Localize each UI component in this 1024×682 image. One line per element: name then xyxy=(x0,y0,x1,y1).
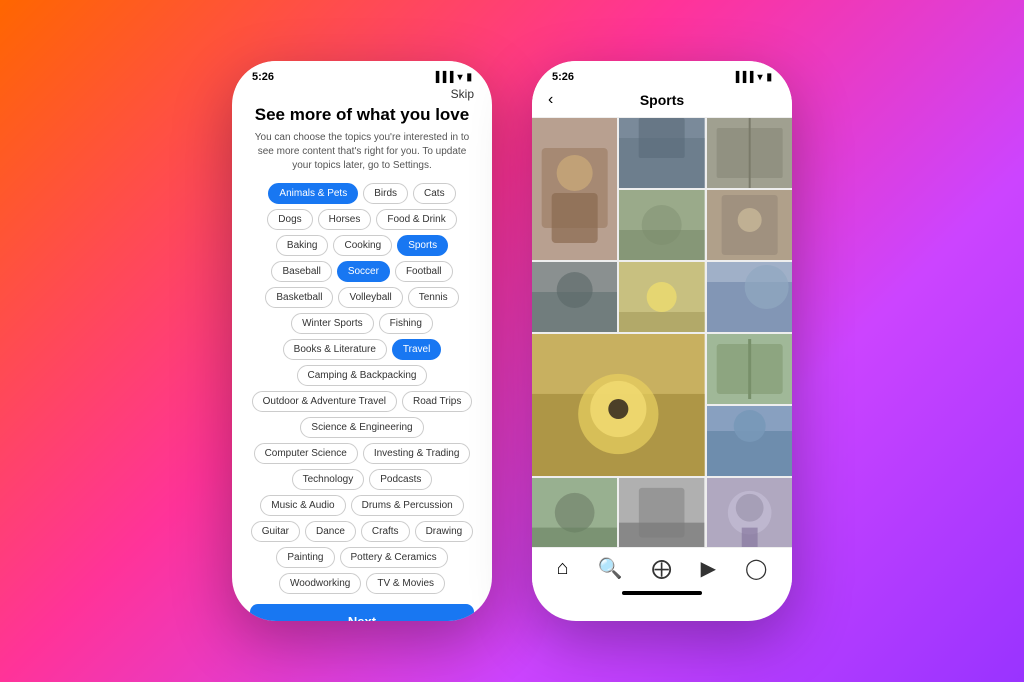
sports-image-1 xyxy=(532,118,617,260)
sports-image-2 xyxy=(619,118,704,188)
grid-item-3[interactable] xyxy=(707,118,792,188)
time-left: 5:26 xyxy=(252,71,274,83)
status-bar-right: 5:26 ▐▐▐ ▾ ▮ xyxy=(532,61,792,87)
grid-item-2[interactable] xyxy=(619,118,704,188)
sports-image-7 xyxy=(619,262,704,332)
page-subtitle: You can choose the topics you're interes… xyxy=(250,131,474,173)
grid-item-4[interactable] xyxy=(619,190,704,260)
time-right: 5:26 xyxy=(552,71,574,83)
signal-icon: ▐▐▐ xyxy=(432,72,453,83)
wifi-icon: ▾ xyxy=(457,72,462,83)
sports-image-5 xyxy=(707,190,792,260)
sports-grid xyxy=(532,118,792,547)
sports-title: Sports xyxy=(568,92,756,108)
search-nav-icon[interactable]: 🔍 xyxy=(598,556,623,581)
grid-item-13[interactable] xyxy=(619,478,704,547)
topic-tag[interactable]: Crafts xyxy=(361,521,410,542)
home-indicator-right xyxy=(622,591,702,595)
topic-tag[interactable]: Drawing xyxy=(415,521,474,542)
sports-header: ‹ Sports xyxy=(532,87,792,118)
grid-item-12[interactable] xyxy=(532,478,617,547)
topic-tag[interactable]: Basketball xyxy=(265,287,333,308)
topic-tag[interactable]: Drums & Percussion xyxy=(351,495,464,516)
topic-tag[interactable]: Music & Audio xyxy=(260,495,345,516)
wifi-icon-right: ▾ xyxy=(757,72,762,83)
status-icons-left: ▐▐▐ ▾ ▮ xyxy=(432,72,472,83)
topic-tag[interactable]: Food & Drink xyxy=(376,209,456,230)
topic-tag[interactable]: Birds xyxy=(363,183,408,204)
topic-tag[interactable]: Painting xyxy=(276,547,334,568)
grid-item-5[interactable] xyxy=(707,190,792,260)
topic-tag[interactable]: Technology xyxy=(292,469,365,490)
left-phone: 5:26 ▐▐▐ ▾ ▮ Skip See more of what you l… xyxy=(232,61,492,621)
sports-image-10 xyxy=(707,334,792,404)
topic-tag[interactable]: Dance xyxy=(305,521,356,542)
topic-tag[interactable]: Baseball xyxy=(271,261,331,282)
topic-tag[interactable]: Outdoor & Adventure Travel xyxy=(252,391,397,412)
sports-image-8 xyxy=(707,262,792,332)
reels-nav-icon[interactable]: ▶ xyxy=(701,556,716,581)
topic-tag[interactable]: Sports xyxy=(397,235,448,256)
grid-item-9[interactable] xyxy=(532,334,705,476)
topic-tag[interactable]: Computer Science xyxy=(254,443,358,464)
sports-image-9 xyxy=(532,334,705,476)
topics-tags: Animals & PetsBirdsCats Dogs HorsesFood & … xyxy=(250,183,474,594)
profile-nav-icon[interactable]: ◯ xyxy=(745,556,767,581)
right-phone: 5:26 ▐▐▐ ▾ ▮ ‹ Sports xyxy=(532,61,792,621)
back-button[interactable]: ‹ xyxy=(548,91,568,109)
topic-tag[interactable]: Tennis xyxy=(408,287,459,308)
left-content: Skip See more of what you love You can c… xyxy=(232,87,492,594)
sports-image-13 xyxy=(619,478,704,547)
next-button[interactable]: Next xyxy=(250,604,474,621)
topic-tag[interactable]: Road Trips xyxy=(402,391,472,412)
sports-image-11 xyxy=(707,406,792,476)
topic-tag[interactable]: Soccer xyxy=(337,261,390,282)
topic-tag[interactable]: Woodworking xyxy=(279,573,361,594)
topic-tag[interactable]: Podcasts xyxy=(369,469,432,490)
bottom-navigation: ⌂ 🔍 ⨁ ▶ ◯ xyxy=(532,547,792,585)
grid-item-10[interactable] xyxy=(707,334,792,404)
topic-tag[interactable]: Books & Literature xyxy=(283,339,387,360)
battery-icon-right: ▮ xyxy=(766,72,772,83)
grid-item-8[interactable] xyxy=(707,262,792,332)
topic-tag[interactable]: Baking xyxy=(276,235,329,256)
home-nav-icon[interactable]: ⌂ xyxy=(557,557,569,580)
topic-tag[interactable]: Volleyball xyxy=(338,287,402,308)
topic-tag[interactable]: Science & Engineering xyxy=(300,417,423,438)
topic-tag[interactable]: TV & Movies xyxy=(366,573,445,594)
sports-image-3 xyxy=(707,118,792,188)
topic-tag[interactable]: Pottery & Ceramics xyxy=(340,547,448,568)
sports-image-12 xyxy=(532,478,617,547)
page-title: See more of what you love xyxy=(250,105,474,125)
topic-tag[interactable]: Guitar xyxy=(251,521,300,542)
topic-tag[interactable]: Animals & Pets xyxy=(268,183,358,204)
sports-image-6 xyxy=(532,262,617,332)
status-bar-left: 5:26 ▐▐▐ ▾ ▮ xyxy=(232,61,492,87)
sports-image-14 xyxy=(707,478,792,547)
grid-item-1[interactable] xyxy=(532,118,617,260)
skip-link[interactable]: Skip xyxy=(451,87,474,101)
battery-icon: ▮ xyxy=(466,72,472,83)
topic-tag[interactable]: Football xyxy=(395,261,453,282)
add-nav-icon[interactable]: ⨁ xyxy=(652,556,672,581)
topic-tag[interactable]: Dogs xyxy=(267,209,312,230)
sports-image-4 xyxy=(619,190,704,260)
grid-item-14[interactable] xyxy=(707,478,792,547)
status-icons-right: ▐▐▐ ▾ ▮ xyxy=(732,72,772,83)
grid-item-7[interactable] xyxy=(619,262,704,332)
topic-tag[interactable]: Travel xyxy=(392,339,441,360)
topic-tag[interactable]: Horses xyxy=(318,209,372,230)
topic-tag[interactable]: Camping & Backpacking xyxy=(297,365,428,386)
grid-item-6[interactable] xyxy=(532,262,617,332)
topic-tag[interactable]: Fishing xyxy=(379,313,433,334)
topic-tag[interactable]: Investing & Trading xyxy=(363,443,471,464)
grid-item-11[interactable] xyxy=(707,406,792,476)
topic-tag[interactable]: Winter Sports xyxy=(291,313,374,334)
topic-tag[interactable]: Cats xyxy=(413,183,456,204)
signal-icon-right: ▐▐▐ xyxy=(732,72,753,83)
topic-tag[interactable]: Cooking xyxy=(333,235,392,256)
